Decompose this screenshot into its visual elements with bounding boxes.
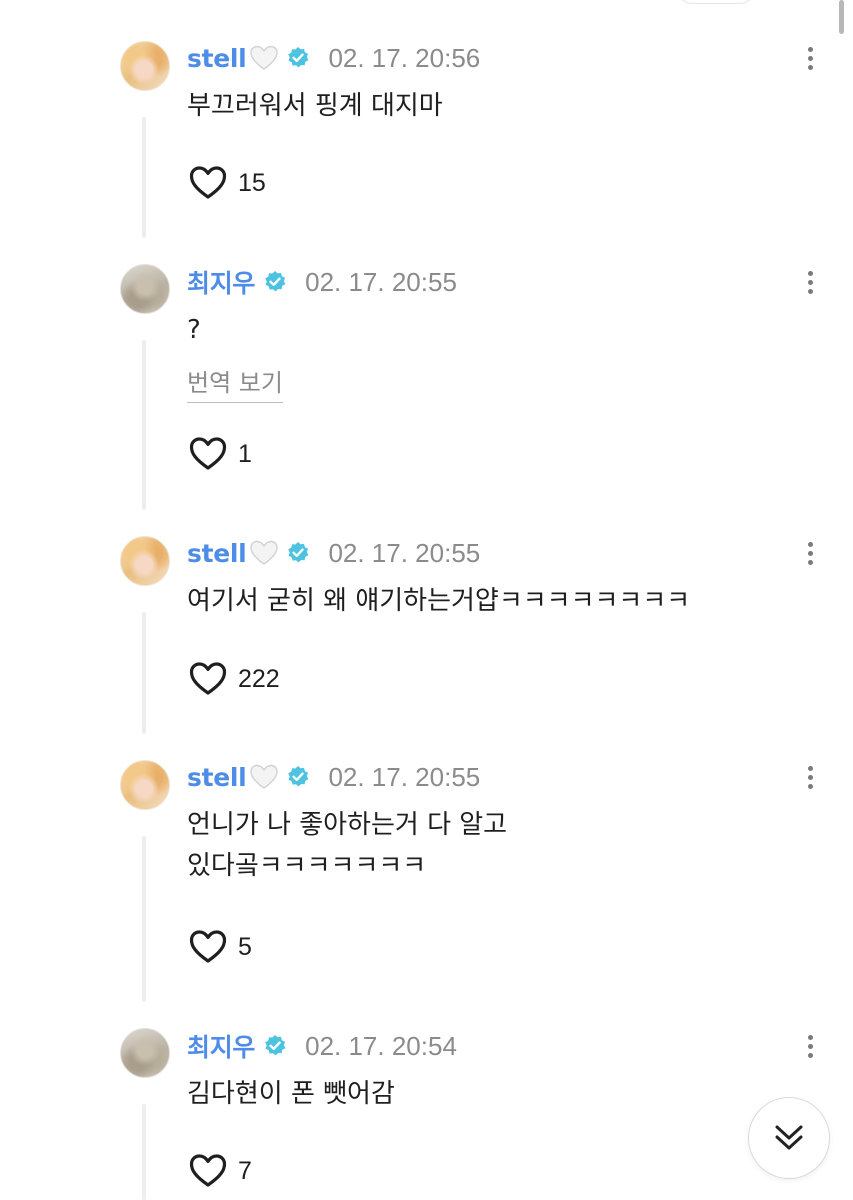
white-heart-icon [250, 540, 279, 565]
like-count: 7 [238, 1156, 252, 1185]
avatar[interactable] [120, 41, 170, 91]
comment-header: stell 02. 17. 20:55 [187, 536, 480, 570]
comment-header: stell 02. 17. 20:56 [187, 41, 480, 75]
more-options-icon[interactable] [800, 41, 820, 75]
thread-line [142, 612, 146, 734]
author-name[interactable]: stell [187, 763, 247, 792]
thread-line [142, 1104, 146, 1200]
comment-text: 김다현이 폰 뺏어감 [187, 1079, 395, 1109]
like-button[interactable]: 15 [189, 166, 266, 200]
like-count: 1 [238, 439, 252, 468]
like-count: 222 [238, 664, 280, 693]
like-count: 15 [238, 168, 266, 197]
comment-timestamp: 02. 17. 20:55 [305, 266, 457, 297]
heart-outline-icon [189, 437, 227, 470]
like-button[interactable]: 222 [189, 662, 280, 696]
more-options-icon[interactable] [800, 1029, 820, 1063]
more-options-icon[interactable] [800, 536, 820, 570]
verified-badge-icon [265, 1035, 286, 1056]
heart-outline-icon [189, 166, 227, 199]
verified-badge-icon [288, 47, 309, 68]
comment-timestamp: 02. 17. 20:56 [328, 42, 481, 73]
avatar[interactable] [120, 536, 170, 586]
scrollbar-thumb[interactable] [839, 0, 844, 34]
white-heart-icon [250, 45, 279, 70]
avatar[interactable] [120, 264, 170, 314]
thread-line [142, 340, 146, 510]
comment-thread-page: stell 02. 17. 20:56 부끄러워서 핑계 대지마 15 최지우 [0, 0, 853, 1200]
comment-header: 최지우 02. 17. 20:54 [187, 1029, 457, 1063]
comment-text: ? [187, 315, 201, 345]
comment-timestamp: 02. 17. 20:55 [328, 761, 481, 792]
more-options-icon[interactable] [800, 265, 820, 299]
verified-badge-icon [288, 542, 309, 563]
comment-text: 언니가 나 좋아하는거 다 알고 있다곸ㅋㅋㅋㅋㅋㅋㅋ [187, 810, 508, 881]
author-name[interactable]: stell [187, 44, 247, 73]
author-name[interactable]: stell [187, 539, 247, 568]
comment-timestamp: 02. 17. 20:55 [328, 537, 481, 568]
double-chevron-down-icon [775, 1125, 803, 1150]
like-count: 5 [238, 932, 252, 961]
like-button[interactable]: 5 [189, 930, 252, 964]
comment-header: stell 02. 17. 20:55 [187, 760, 480, 794]
verified-badge-icon [288, 766, 309, 787]
comment-timestamp: 02. 17. 20:54 [305, 1030, 457, 1061]
heart-outline-icon [189, 1154, 227, 1187]
heart-outline-icon [189, 930, 227, 963]
heart-outline-icon [189, 662, 227, 695]
avatar[interactable] [120, 760, 170, 810]
white-heart-icon [250, 764, 279, 789]
comment-text: 여기서 굳히 왜 얘기하는거얍ㅋㅋㅋㅋㅋㅋㅋㅋ [187, 586, 691, 616]
like-button[interactable]: 7 [189, 1154, 252, 1188]
author-name[interactable]: 최지우 [187, 264, 255, 300]
author-name[interactable]: 최지우 [187, 1028, 255, 1064]
top-button-edge[interactable] [676, 0, 756, 4]
verified-badge-icon [265, 271, 286, 292]
avatar[interactable] [120, 1028, 170, 1078]
thread-line [142, 836, 146, 1002]
scroll-to-bottom-button[interactable] [748, 1097, 830, 1179]
more-options-icon[interactable] [800, 760, 820, 794]
like-button[interactable]: 1 [189, 437, 252, 471]
comment-header: 최지우 02. 17. 20:55 [187, 265, 457, 299]
thread-line [142, 117, 146, 238]
translate-link[interactable]: 번역 보기 [187, 363, 283, 403]
comment-text: 부끄러워서 핑계 대지마 [187, 91, 443, 121]
